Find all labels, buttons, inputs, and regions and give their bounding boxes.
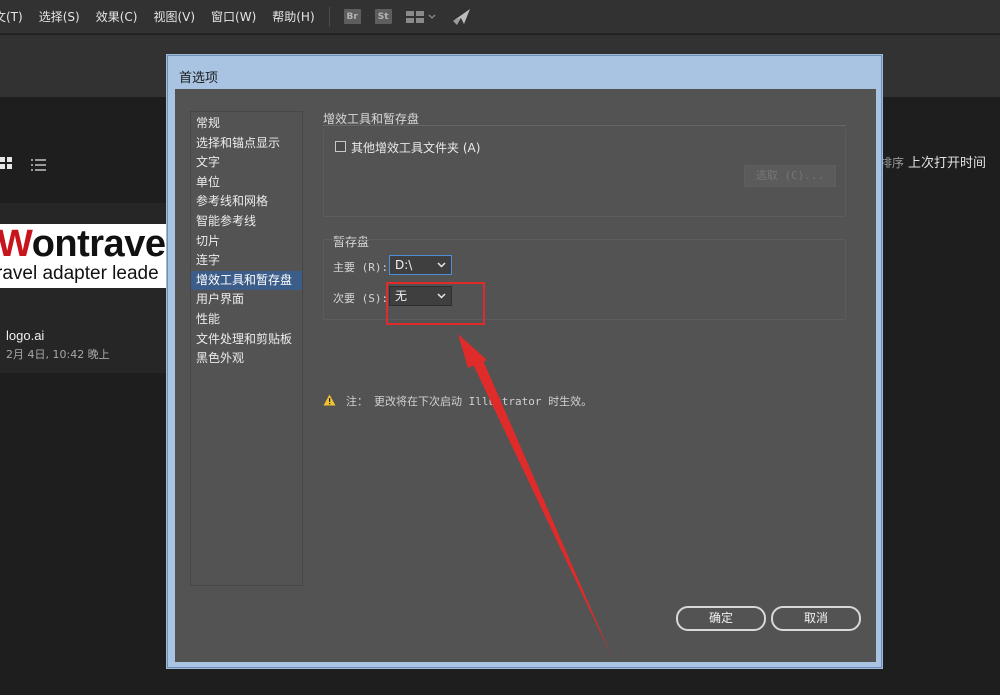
category-performance[interactable]: 性能 (191, 310, 302, 329)
grid-view-icon[interactable] (0, 155, 13, 174)
menu-view[interactable]: 视图(V) (153, 8, 195, 25)
file-date: 2月 4日, 10:42 晚上 (6, 348, 110, 361)
bridge-icon[interactable]: Br (343, 9, 361, 24)
menu-help[interactable]: 帮助(H) (272, 8, 314, 25)
note-prefix: 注： (346, 394, 368, 408)
category-units[interactable]: 单位 (191, 173, 302, 192)
recent-file-card[interactable]: Wontrave ravel adapter leade logo.ai 2月 … (0, 203, 166, 373)
category-black-appearance[interactable]: 黑色外观 (191, 349, 302, 368)
restart-note: 注： 更改将在下次启动 Illustrator 时生效。 (323, 391, 592, 410)
category-general[interactable]: 常规 (191, 114, 302, 133)
arrange-documents-icon[interactable] (405, 10, 436, 24)
thumbnail-tagline: ravel adapter leade (0, 263, 159, 284)
menu-window[interactable]: 窗口(W) (211, 8, 256, 25)
secondary-label: 次要 (S): (333, 292, 389, 305)
file-name: logo.ai (6, 328, 45, 343)
category-user-interface[interactable]: 用户界面 (191, 290, 302, 309)
thumbnail-logo-text: Wontrave (0, 224, 166, 265)
plugins-folder-label: 其他增效工具文件夹 (A) (351, 141, 481, 155)
menu-select[interactable]: 选择(S) (39, 8, 80, 25)
annotation-highlight-box (386, 282, 485, 325)
note-text: 更改将在下次启动 Illustrator 时生效。 (374, 394, 593, 408)
plugins-folder-checkbox[interactable] (335, 141, 346, 152)
list-view-icon[interactable] (31, 156, 46, 175)
menu-separator (328, 6, 330, 27)
choose-button[interactable]: 选取 (C)... (744, 165, 836, 187)
plugins-divider (323, 125, 846, 126)
category-guides-grid[interactable]: 参考线和网格 (191, 192, 302, 211)
dialog-body: 常规 选择和锚点显示 文字 单位 参考线和网格 智能参考线 切片 连字 增效工具… (175, 89, 876, 662)
file-thumbnail: Wontrave ravel adapter leade (0, 224, 166, 288)
stock-icon[interactable]: St (374, 9, 392, 24)
preferences-dialog: 首选项 常规 选择和锚点显示 文字 单位 参考线和网格 智能参考线 切片 连字 … (167, 55, 882, 668)
category-type[interactable]: 文字 (191, 153, 302, 172)
category-plugins-scratch[interactable]: 增效工具和暂存盘 (191, 270, 302, 290)
menu-effect[interactable]: 效果(C) (96, 8, 138, 25)
menu-text[interactable]: 文(T) (0, 8, 23, 25)
category-list: 常规 选择和锚点显示 文字 单位 参考线和网格 智能参考线 切片 连字 增效工具… (190, 111, 303, 586)
primary-dropdown[interactable]: D:\ (389, 255, 452, 275)
dialog-title: 首选项 (179, 71, 219, 86)
category-hyphenation[interactable]: 连字 (191, 251, 302, 270)
primary-value: D:\ (395, 258, 413, 272)
category-slices[interactable]: 切片 (191, 232, 302, 251)
rocket-icon[interactable] (452, 8, 472, 26)
warning-icon (323, 391, 336, 410)
sort-dropdown[interactable]: 上次打开时间 (908, 152, 986, 171)
category-smart-guides[interactable]: 智能参考线 (191, 212, 302, 231)
category-file-clipboard[interactable]: 文件处理和剪贴板 (191, 330, 302, 349)
ok-button[interactable]: 确定 (676, 606, 766, 631)
primary-label: 主要 (R): (333, 261, 389, 274)
category-selection-anchor[interactable]: 选择和锚点显示 (191, 134, 302, 153)
menu-bar: 文(T) 选择(S) 效果(C) 视图(V) 窗口(W) 帮助(H) Br St (0, 0, 1000, 34)
chevron-down-icon (437, 256, 446, 279)
cancel-button[interactable]: 取消 (771, 606, 861, 631)
sort-label: 排序 (880, 156, 905, 170)
